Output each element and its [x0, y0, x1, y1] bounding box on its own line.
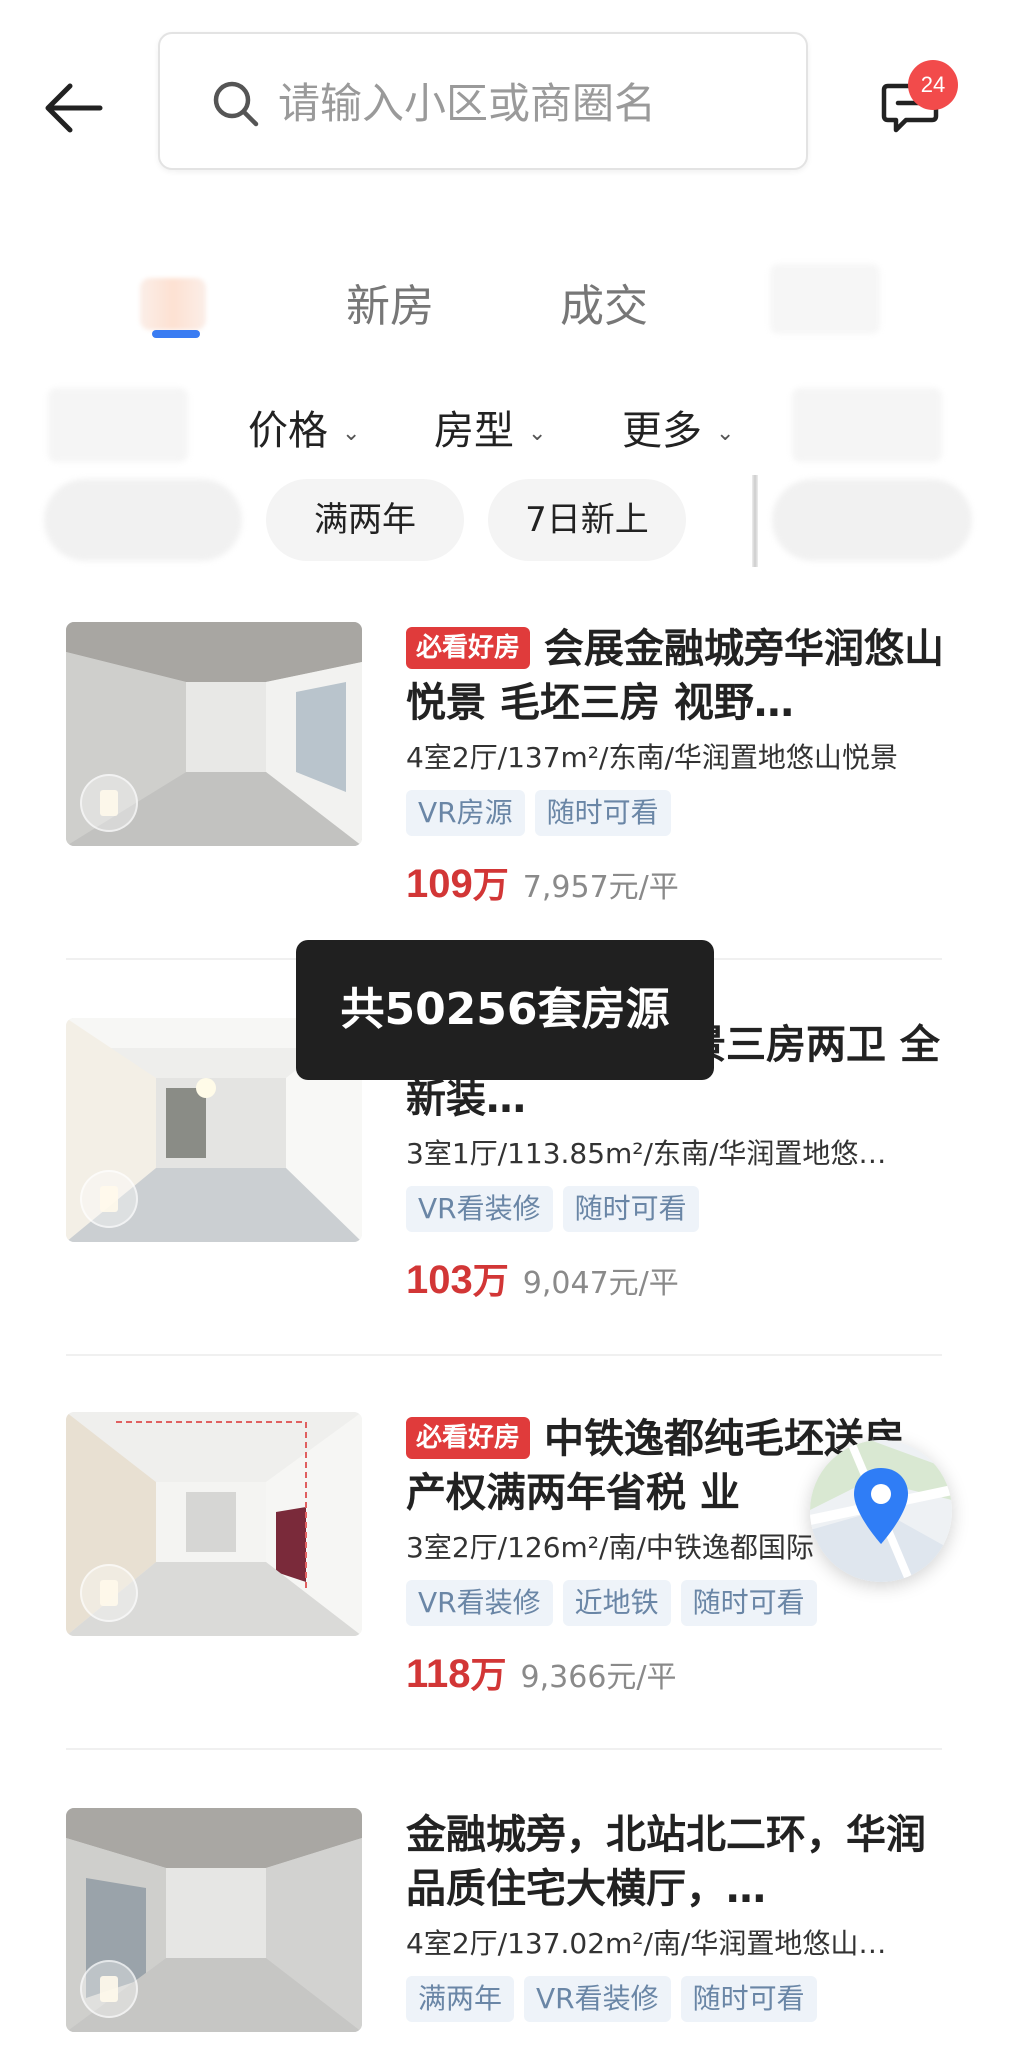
- result-count-toast: 共50256套房源: [296, 940, 714, 1080]
- listing-tags: VR看装修 随时可看: [406, 1186, 946, 1232]
- listing-tags: 满两年 VR看装修 随时可看: [406, 1976, 946, 2022]
- chip-over-two-years[interactable]: 满两年: [266, 479, 464, 561]
- listing-tag: 随时可看: [680, 1580, 817, 1626]
- search-icon: [213, 81, 259, 127]
- message-count-badge: 24: [908, 60, 958, 110]
- quick-filter-chips: 满两年 7日新上: [0, 475, 1010, 567]
- map-pin-icon: [810, 1440, 952, 1582]
- listing-photo: [66, 622, 362, 846]
- chip-blurred[interactable]: [44, 479, 242, 561]
- filter-blurred-left[interactable]: [48, 388, 188, 462]
- listing-tag: 随时可看: [562, 1186, 699, 1232]
- listing-card[interactable]: 金融城旁，北站北二环，华润品质住宅大横厅，… 4室2厅/137.02m²/南/华…: [66, 1808, 942, 2048]
- listing-spec: 4室2厅/137.02m²/南/华润置地悠山…: [406, 1927, 887, 1960]
- active-tab-indicator: [152, 330, 200, 338]
- listing-tags: VR房源 随时可看: [406, 790, 946, 836]
- listing-spec: 3室1厅/113.85m²/东南/华润置地悠…: [406, 1137, 887, 1170]
- must-see-badge: 必看好房: [406, 627, 531, 669]
- price-unit: 万: [470, 1655, 507, 1696]
- search-input[interactable]: [278, 70, 778, 136]
- listing-tag: 随时可看: [680, 1976, 817, 2022]
- listing-title: 必看好房 会展金融城旁华润悠山悦景 毛坯三房 视野…: [406, 622, 946, 730]
- tab-deals[interactable]: 成交: [560, 270, 648, 334]
- search-box[interactable]: [158, 32, 808, 170]
- vr-badge-icon: [80, 1960, 138, 2018]
- price-unit: 万: [472, 865, 509, 906]
- price-row: 118万 9,366元/平: [406, 1646, 946, 1698]
- listing-tag: 近地铁: [562, 1580, 671, 1626]
- back-arrow-icon: [45, 83, 103, 133]
- chip-blurred-right[interactable]: [772, 479, 972, 561]
- total-price: 103: [406, 1258, 473, 1302]
- top-header: 24: [0, 0, 1010, 180]
- listing-photo: [66, 1808, 362, 2032]
- map-view-button[interactable]: [810, 1440, 952, 1582]
- tab-new-house[interactable]: 新房: [346, 270, 434, 334]
- listing-tag: 满两年: [406, 1976, 515, 2022]
- chips-scroll-divider: [752, 475, 758, 567]
- listing-tag: 随时可看: [534, 790, 671, 836]
- chip-new-in-7-days[interactable]: 7日新上: [488, 479, 686, 561]
- tab-blurred-extra[interactable]: [770, 264, 880, 334]
- chevron-down-icon: ⌄: [342, 420, 361, 446]
- listing-tag: VR看装修: [524, 1976, 671, 2022]
- listing-divider: [66, 1354, 942, 1356]
- listing-card[interactable]: 必看好房 会展金融城旁华润悠山悦景 毛坯三房 视野… 4室2厅/137m²/东南/…: [66, 622, 944, 922]
- listing-info: 必看好房 会展金融城旁华润悠山悦景 毛坯三房 视野… 4室2厅/137m²/东南/…: [406, 622, 946, 908]
- category-tabs: 新房 成交: [0, 250, 1010, 350]
- unit-price: 9,047元/平: [522, 1266, 679, 1301]
- price-row: 103万 9,047元/平: [406, 1252, 946, 1304]
- listing-spec: 4室2厅/137m²/东南/华润置地悠山悦景: [406, 741, 898, 774]
- filter-price[interactable]: 价格 ⌄: [248, 398, 360, 456]
- listing-card[interactable]: 必看好房 中铁逸都纯毛坯送房 产权满两年省税 业 3室2厅/126m²/南/中铁逸…: [66, 1412, 942, 1712]
- filter-bar: 价格 ⌄ 房型 ⌄ 更多 ⌄: [0, 380, 1010, 470]
- listing-tag: VR看装修: [406, 1580, 553, 1626]
- unit-price: 7,957元/平: [522, 870, 679, 905]
- filter-layout-label: 房型: [434, 408, 514, 454]
- listing-tag: VR看装修: [406, 1186, 553, 1232]
- listing-divider: [66, 1748, 942, 1750]
- filter-layout[interactable]: 房型 ⌄: [434, 398, 546, 456]
- back-button[interactable]: [40, 78, 110, 138]
- price-unit: 万: [472, 1261, 509, 1302]
- filter-price-label: 价格: [248, 408, 328, 454]
- unit-price: 9,366元/平: [520, 1660, 677, 1695]
- listing-title-text: 金融城旁，北站北二环，华润品质住宅大横厅，…: [406, 1812, 926, 1912]
- listing-tags: VR看装修 近地铁 随时可看: [406, 1580, 946, 1626]
- vr-badge-icon: [80, 774, 138, 832]
- must-see-badge: 必看好房: [406, 1417, 531, 1459]
- listing-tag: VR房源: [406, 790, 525, 836]
- listing-photo: [66, 1412, 362, 1636]
- filter-more-label: 更多: [622, 408, 702, 454]
- chevron-down-icon: ⌄: [716, 420, 735, 446]
- total-price: 109: [406, 862, 473, 906]
- chevron-down-icon: ⌄: [528, 420, 547, 446]
- tab-second-hand-blurred[interactable]: [140, 278, 206, 330]
- vr-badge-icon: [80, 1564, 138, 1622]
- filter-more[interactable]: 更多 ⌄: [622, 398, 734, 456]
- listing-info: 金融城旁，北站北二环，华润品质住宅大横厅，… 4室2厅/137.02m²/南/华…: [406, 1808, 946, 2022]
- total-price: 118: [406, 1652, 471, 1696]
- vr-badge-icon: [80, 1170, 138, 1228]
- filter-blurred-right[interactable]: [792, 388, 942, 462]
- listing-title: 金融城旁，北站北二环，华润品质住宅大横厅，…: [406, 1808, 946, 1916]
- price-row: 109万 7,957元/平: [406, 856, 946, 908]
